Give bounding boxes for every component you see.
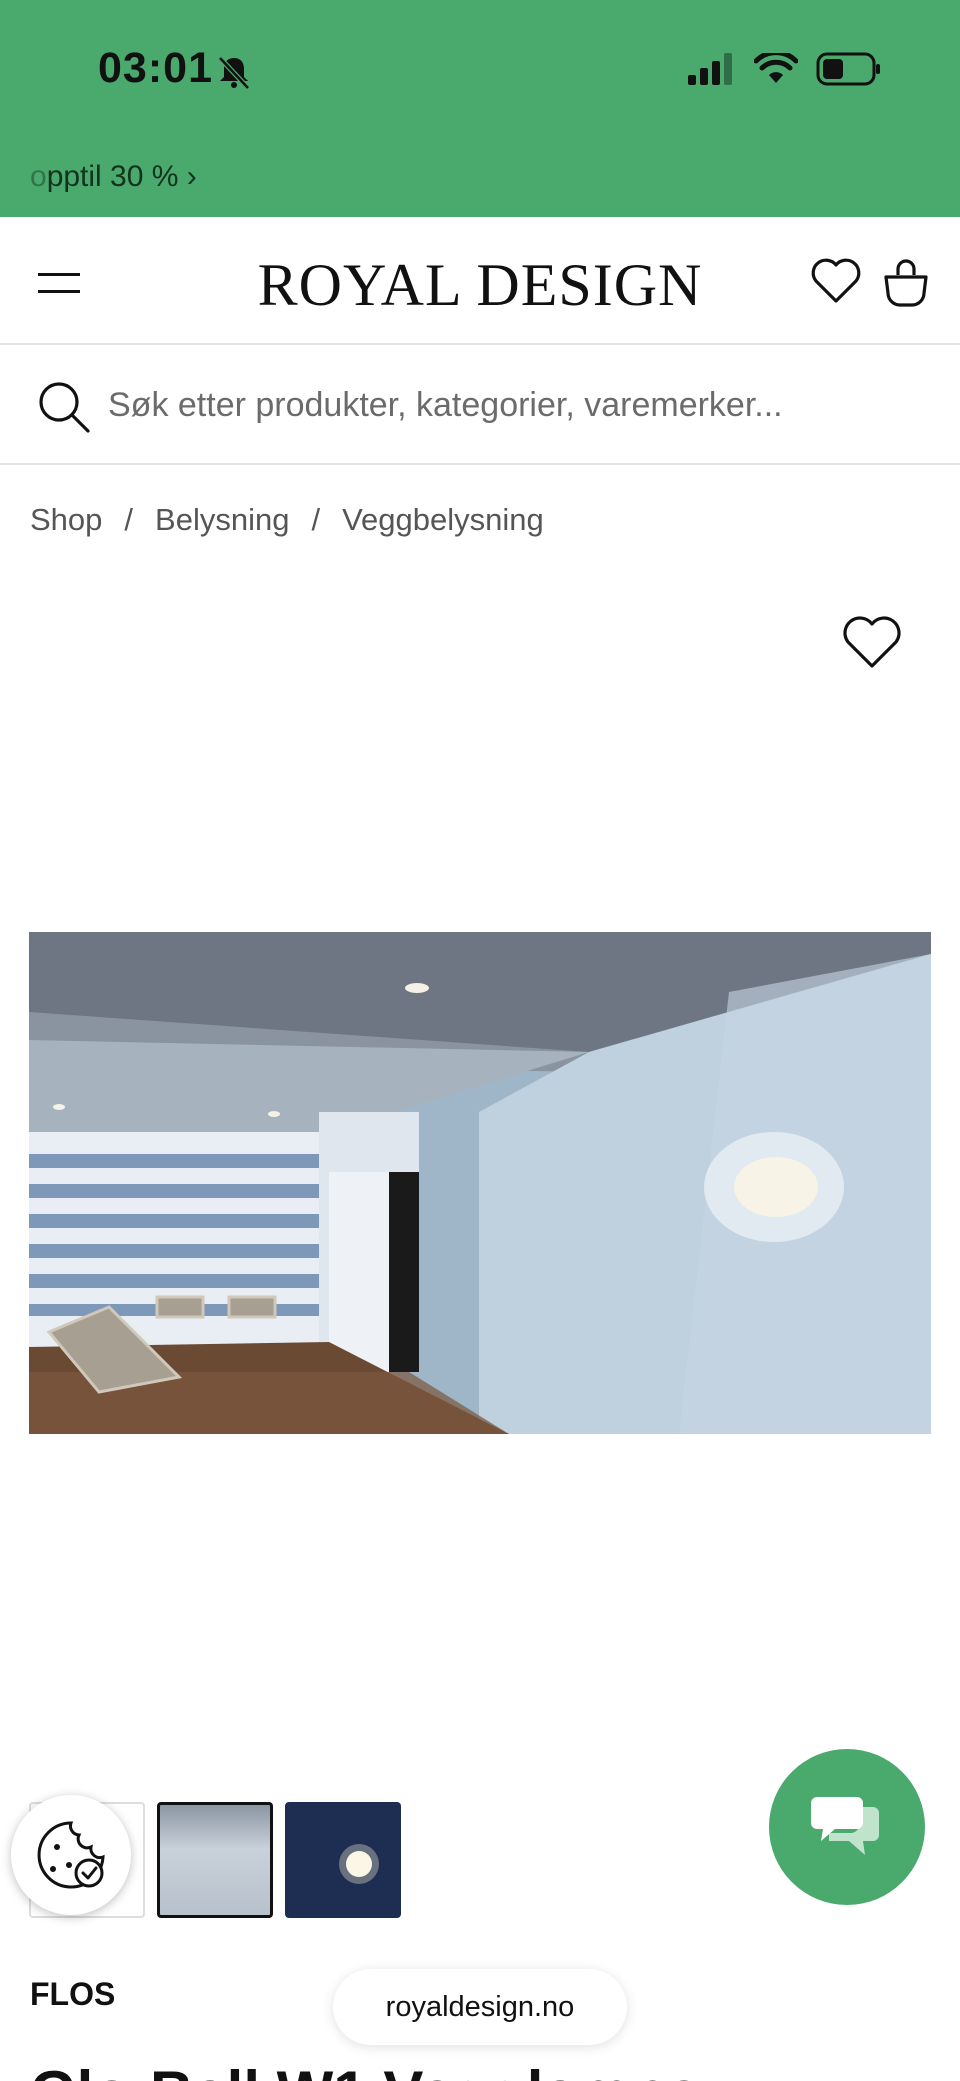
breadcrumb-shop[interactable]: Shop bbox=[30, 502, 102, 538]
wishlist-heart-icon[interactable] bbox=[840, 612, 904, 672]
cookie-icon bbox=[37, 1821, 105, 1889]
product-photo bbox=[29, 932, 931, 1434]
browser-url-bar[interactable]: royaldesign.no bbox=[333, 1969, 627, 2045]
breadcrumb-veggbelysning[interactable]: Veggbelysning bbox=[342, 502, 544, 538]
breadcrumb-belysning[interactable]: Belysning bbox=[155, 502, 289, 538]
status-time: 03:01 bbox=[98, 44, 213, 92]
search-bar bbox=[0, 347, 960, 465]
breadcrumb: Shop / Belysning / Veggbelysning bbox=[30, 502, 544, 538]
status-indicators bbox=[688, 52, 882, 86]
promo-faded-text: o bbox=[30, 160, 47, 193]
promo-text: pptil 30 % › bbox=[46, 160, 197, 193]
thumbnail-3-image bbox=[339, 1844, 379, 1884]
breadcrumb-separator: / bbox=[311, 502, 321, 537]
breadcrumb-separator: / bbox=[124, 502, 134, 537]
promo-link[interactable]: opptil 30 % › bbox=[30, 160, 197, 194]
wifi-icon bbox=[754, 53, 798, 83]
bell-muted-icon bbox=[218, 56, 250, 90]
shopping-bag-icon[interactable] bbox=[878, 253, 934, 309]
heart-icon[interactable] bbox=[808, 253, 864, 309]
product-image[interactable] bbox=[29, 932, 931, 1434]
product-title: Glo-Ball W1 Vegglampe bbox=[30, 2058, 700, 2081]
search-icon bbox=[39, 382, 90, 433]
thumbnail-3[interactable] bbox=[285, 1802, 401, 1918]
chat-button[interactable] bbox=[769, 1749, 925, 1905]
site-header: ROYAL DESIGN bbox=[0, 217, 960, 345]
search-input[interactable] bbox=[108, 373, 938, 437]
battery-icon bbox=[816, 52, 880, 86]
cookie-settings-button[interactable] bbox=[11, 1795, 131, 1915]
chat-bubbles-icon bbox=[811, 1797, 879, 1855]
product-brand[interactable]: FLOS bbox=[30, 1976, 115, 2013]
thumbnail-2[interactable] bbox=[157, 1802, 273, 1918]
signal-icon bbox=[688, 53, 732, 85]
